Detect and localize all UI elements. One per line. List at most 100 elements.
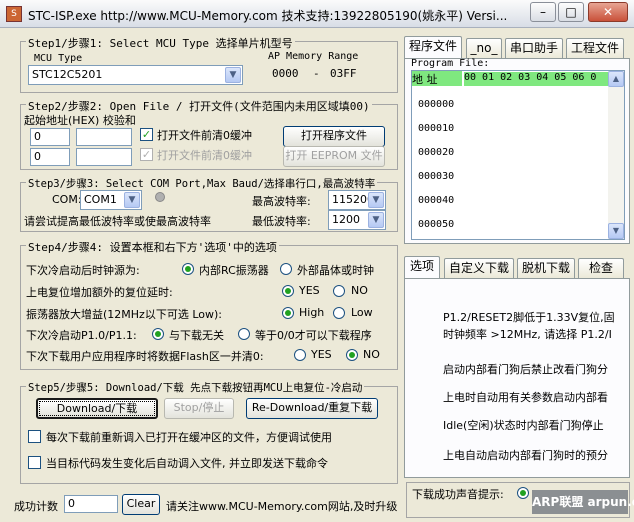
hex-row-address: 000040 <box>418 195 455 206</box>
step4-title: Step4/步骤4: 设置本框和右下方'选项'中的选项 <box>26 239 279 255</box>
success-count-field: 0 <box>64 495 118 513</box>
tab-custom-download[interactable]: 自定义下载 <box>444 258 514 278</box>
p10-zero-label: 等于0/0才可以下载程序 <box>255 329 372 342</box>
range-separator: - <box>313 67 320 80</box>
hex-row-address: 000020 <box>418 147 455 158</box>
osc-gain-high-label: High <box>299 306 325 319</box>
range-end: 03FF <box>330 67 357 80</box>
tab-program-file[interactable]: 程序文件 <box>404 36 462 58</box>
stop-button[interactable]: Stop/停止 <box>164 398 234 419</box>
right-top-tabs: 程序文件 _no_ 串口助手 工程文件 <box>404 36 630 58</box>
hex-columns-header: 00 01 02 03 04 05 06 0 <box>464 72 608 86</box>
watermark-logo: ARP联盟 arpun.com <box>532 490 634 514</box>
option-text-line: 启动内部看门狗后禁止改看门狗分 <box>443 363 608 376</box>
option-text-line: 上电时自动用有关参数启动内部看 <box>443 391 608 404</box>
redownload-button[interactable]: Re-Download/重复下载 <box>246 398 378 419</box>
clear-buffer-label-2: 打开文件前清0缓冲 <box>157 149 252 162</box>
minimize-icon[interactable]: – <box>530 2 556 22</box>
p10-p11-label: 下次冷启动P1.0/P1.1: <box>26 329 137 342</box>
hex-row-address: 000010 <box>418 123 455 134</box>
p10-independent-label: 与下载无关 <box>169 329 224 342</box>
reset-delay-no-label: NO <box>351 284 368 297</box>
clear-buffer-checkbox-1[interactable]: ✓ <box>140 128 153 141</box>
option-tabs: 选项 自定义下载 脱机下载 检查 <box>404 256 630 278</box>
clock-internal-label: 内部RC振荡器 <box>199 264 269 277</box>
hex-view[interactable]: 地 址 00 01 02 03 04 05 06 0 000000 000010… <box>411 70 625 240</box>
sound-hint-radio[interactable] <box>517 487 529 499</box>
p10-independent-radio[interactable] <box>152 328 164 340</box>
auto-reload-label: 当目标代码发生变化后自动调入文件, 并立即发送下载命令 <box>46 457 328 470</box>
addr-checksum-label: 起始地址(HEX) 校验和 <box>24 114 136 127</box>
clear-buffer-label-1: 打开文件前清0缓冲 <box>157 129 252 142</box>
program-file-panel: Program File: 地 址 00 01 02 03 04 05 06 0… <box>404 58 630 244</box>
scroll-up-icon[interactable]: ▲ <box>608 71 624 87</box>
tab-project-file[interactable]: 工程文件 <box>566 38 624 58</box>
flash-clear-no-radio[interactable] <box>346 349 358 361</box>
tab-check[interactable]: 检查 <box>578 258 624 278</box>
ap-memory-label: AP Memory Range <box>268 51 359 62</box>
reset-delay-no-radio[interactable] <box>333 285 345 297</box>
tab-no[interactable]: _no_ <box>466 38 502 58</box>
clear-buffer-checkbox-2[interactable]: ✓ <box>140 148 153 161</box>
mcu-type-label: MCU Type <box>34 53 83 64</box>
reset-delay-yes-radio[interactable] <box>282 285 294 297</box>
reload-before-download-checkbox[interactable] <box>28 430 41 443</box>
close-icon[interactable]: ✕ <box>588 2 628 22</box>
checksum-field-2 <box>76 148 132 166</box>
app-icon: S <box>6 6 22 22</box>
hex-row-address: 000030 <box>418 171 455 182</box>
mcu-type-value: STC12C5201 <box>32 68 103 81</box>
clock-external-label: 外部晶体或时钟 <box>297 264 374 277</box>
success-count-label: 成功计数 <box>14 500 58 513</box>
max-baud-select[interactable]: 115200 ▼ <box>328 190 386 210</box>
tab-serial-assistant[interactable]: 串口助手 <box>505 38 563 58</box>
flash-clear-yes-radio[interactable] <box>294 349 306 361</box>
status-led-icon <box>155 192 165 202</box>
upgrade-notice: 请关注www.MCU-Memory.com网站,及时升级 <box>166 500 398 513</box>
min-baud-label: 最低波特率: <box>252 215 311 228</box>
start-address-input-1[interactable]: 0 <box>30 128 70 146</box>
max-baud-label: 最高波特率: <box>252 195 311 208</box>
hex-scrollbar[interactable]: ▲ ▼ <box>608 71 624 239</box>
osc-gain-low-radio[interactable] <box>333 307 345 319</box>
min-baud-select[interactable]: 1200 ▼ <box>328 210 386 230</box>
title-bar: S STC-ISP.exe http://www.MCU-Memory.com … <box>0 0 634 28</box>
baud-hint-label: 请尝试提高最低波特率或使最高波特率 <box>24 215 211 228</box>
start-address-input-2[interactable]: 0 <box>30 148 70 166</box>
maximize-icon[interactable]: □ <box>558 2 584 22</box>
tab-offline-download[interactable]: 脱机下载 <box>517 258 575 278</box>
option-text-line: P1.2/RESET2脚低于1.33V复位,固 <box>443 311 615 324</box>
reset-delay-yes-label: YES <box>299 284 320 297</box>
chevron-down-icon[interactable]: ▼ <box>368 212 384 228</box>
osc-gain-high-radio[interactable] <box>282 307 294 319</box>
chevron-down-icon[interactable]: ▼ <box>368 192 384 208</box>
option-text-line: Idle(空闲)状态时内部看门狗停止 <box>443 419 604 432</box>
scroll-down-icon[interactable]: ▼ <box>608 223 624 239</box>
clock-source-label: 下次冷启动后时钟源为: <box>26 264 140 277</box>
sound-hint-label: 下载成功声音提示: <box>412 488 504 501</box>
com-port-value: COM1 <box>84 193 117 206</box>
mcu-type-select[interactable]: STC12C5201 ▼ <box>28 65 243 85</box>
option-text-line: 时钟频率 >12MHz, 请选择 P1.2/I <box>443 328 612 341</box>
reload-before-download-label: 每次下载前重新调入已打开在缓冲区的文件，方便调试使用 <box>46 431 332 444</box>
clear-button[interactable]: Clear <box>122 494 160 515</box>
program-file-label: Program File: <box>411 58 490 69</box>
option-text-line: 上电自动启动内部看门狗时的预分 <box>443 449 608 462</box>
chevron-down-icon[interactable]: ▼ <box>225 67 241 83</box>
flash-clear-yes-label: YES <box>311 348 332 361</box>
open-eeprom-file-button[interactable]: 打开 EEPROM 文件 <box>283 146 385 167</box>
p10-zero-radio[interactable] <box>238 328 250 340</box>
chevron-down-icon[interactable]: ▼ <box>124 192 140 208</box>
clock-internal-radio[interactable] <box>182 263 194 275</box>
download-button[interactable]: Download/下载 <box>36 398 158 419</box>
osc-gain-low-label: Low <box>351 306 373 319</box>
clock-external-radio[interactable] <box>280 263 292 275</box>
com-port-select[interactable]: COM1 ▼ <box>80 190 142 210</box>
auto-reload-checkbox[interactable] <box>28 456 41 469</box>
step1-title: Step1/步骤1: Select MCU Type 选择单片机型号 <box>26 35 295 51</box>
tab-options[interactable]: 选项 <box>404 256 440 278</box>
step5-title: Step5/步骤5: Download/下载 先点下载按钮再MCU上电复位-冷启… <box>26 380 365 395</box>
options-panel: P1.2/RESET2脚低于1.33V复位,固 时钟频率 >12MHz, 请选择… <box>404 278 630 478</box>
com-label: COM: <box>52 193 82 206</box>
open-program-file-button[interactable]: 打开程序文件 <box>283 126 385 147</box>
